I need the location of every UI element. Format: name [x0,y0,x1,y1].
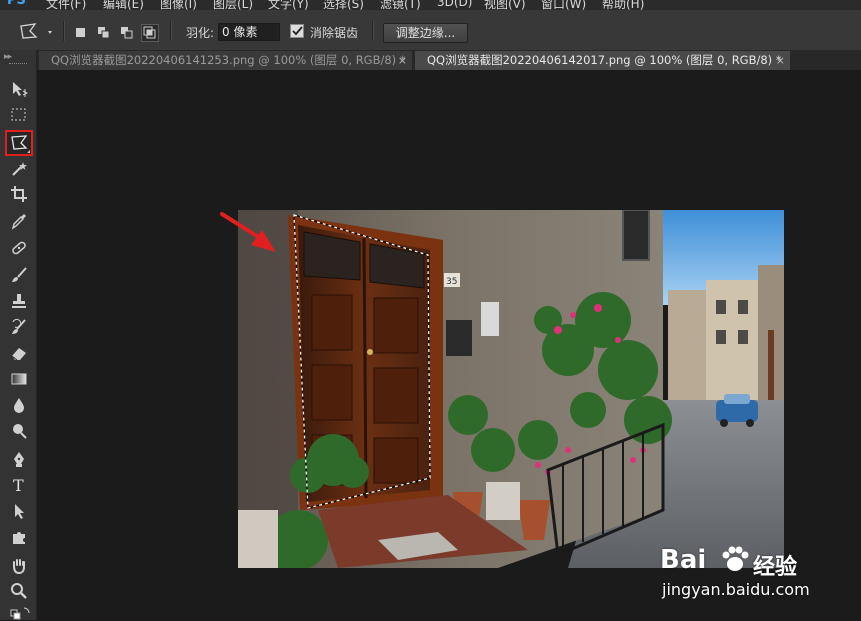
hand-icon [13,559,25,575]
menu-3d[interactable]: 3D(D) [437,0,472,9]
menu-filter[interactable]: 滤镜(T) [380,0,421,10]
paw-icon [722,546,749,571]
history-brush-tool[interactable] [7,316,31,338]
menu-image[interactable]: 图像(I) [160,0,197,10]
pen-tool[interactable] [7,448,31,470]
photoshop-logo: PS [7,0,26,8]
tab-title: QQ浏览器截图20220406141253.png @ 100% (图层 0, … [51,53,406,67]
move-tool[interactable] [7,78,31,100]
puzzle-shape-icon [13,532,25,544]
document-canvas-image[interactable]: 35 [238,210,784,568]
eyedropper-tool[interactable] [7,210,31,232]
stamp-icon [12,294,26,308]
type-tool[interactable]: T [7,474,31,496]
panel-grip[interactable] [9,63,27,66]
magic-wand-icon [12,162,27,176]
brush-icon [12,267,27,282]
subtract-selection-icon [121,27,133,39]
bandage-icon [12,241,26,255]
tool-preset-picker[interactable] [18,22,54,42]
type-tool-glyph: T [13,476,24,494]
magic-wand-tool[interactable] [7,158,31,180]
tools-panel: ▸▸ T [0,50,37,620]
dodge-tool[interactable] [7,420,31,442]
eraser-tool[interactable] [7,342,31,364]
watermark-brand-right: 经验 [753,555,798,580]
intersect-selection-icon [143,26,156,39]
swap-colors-icon [10,607,30,620]
menu-view[interactable]: 视图(V) [484,0,526,10]
separator [372,21,374,41]
color-swatches[interactable] [7,603,31,620]
street-photo: 35 [238,210,784,568]
feather-input[interactable] [218,23,280,41]
annotation-arrow-icon [220,212,276,252]
document-tab-1[interactable]: QQ浏览器截图20220406141253.png @ 100% (图层 0, … [39,51,412,70]
separator [63,21,65,41]
zoom-tool[interactable] [7,580,31,602]
antialias-checkbox[interactable] [290,24,304,38]
blur-tool[interactable] [7,394,31,416]
move-icon [13,82,28,97]
magnifier-icon [11,583,27,599]
checkmark-icon [292,26,303,36]
hand-tool[interactable] [7,555,31,577]
subtract-from-selection-button[interactable] [118,24,136,42]
water-drop-icon [14,398,24,413]
refine-edge-button[interactable]: 调整边缘... [383,23,468,43]
healing-brush-tool[interactable] [7,237,31,259]
custom-shape-tool[interactable] [7,526,31,548]
watermark-url: jingyan.baidu.com [662,580,810,599]
new-selection-icon [76,28,85,37]
gradient-tool[interactable] [7,368,31,390]
marquee-tool[interactable] [7,104,31,126]
type-icon: T [13,476,24,494]
close-icon[interactable]: × [398,51,407,70]
menu-help[interactable]: 帮助(H) [602,0,644,10]
options-bar: 羽化: 消除锯齿 调整边缘... [0,10,861,51]
gradient-icon [11,373,27,385]
menu-select[interactable]: 选择(S) [323,0,364,10]
feather-label: 羽化: [186,26,215,40]
menu-window[interactable]: 窗口(W) [541,0,586,10]
document-tab-2[interactable]: QQ浏览器截图20220406142017.png @ 100% (图层 0, … [415,51,790,70]
menu-edit[interactable]: 编辑(E) [103,0,144,10]
brush-tool[interactable] [7,264,31,286]
polygonal-lasso-icon [20,23,52,39]
menu-bar: PS 文件(F) 编辑(E) 图像(I) 图层(L) 文字(Y) 选择(S) 滤… [0,0,861,10]
add-to-selection-button[interactable] [95,24,113,42]
separator [170,21,172,41]
rectangular-marquee-icon [11,108,26,121]
path-selection-icon [15,504,24,519]
dodge-icon [13,424,27,439]
polygonal-lasso-icon [11,135,28,150]
tab-title: QQ浏览器截图20220406142017.png @ 100% (图层 0, … [427,53,782,67]
house-number: 35 [446,277,457,287]
document-tab-bar: QQ浏览器截图20220406141253.png @ 100% (图层 0, … [37,50,861,71]
panel-collapse-icon[interactable]: ▸▸ [4,52,12,62]
add-selection-icon [98,27,110,39]
eraser-icon [11,348,26,361]
menu-file[interactable]: 文件(F) [46,0,86,10]
clone-stamp-tool[interactable] [7,290,31,312]
menu-type[interactable]: 文字(Y) [268,0,309,10]
pen-icon [14,452,24,467]
new-selection-button[interactable] [72,24,90,42]
crop-icon [11,186,27,202]
path-selection-tool[interactable] [7,500,31,522]
crop-tool[interactable] [7,183,31,205]
close-icon[interactable]: × [776,51,785,70]
history-brush-icon [12,318,26,334]
antialias-label: 消除锯齿 [310,26,359,40]
eyedropper-icon [11,214,26,230]
polygonal-lasso-tool[interactable] [5,130,33,156]
tool-flyout-indicator [27,150,30,153]
watermark-brand-left: Bai [660,545,707,575]
menu-layer[interactable]: 图层(L) [213,0,253,10]
intersect-selection-button[interactable] [141,24,159,42]
baidu-watermark: Bai 经验 jingyan.baidu.com [660,540,860,610]
